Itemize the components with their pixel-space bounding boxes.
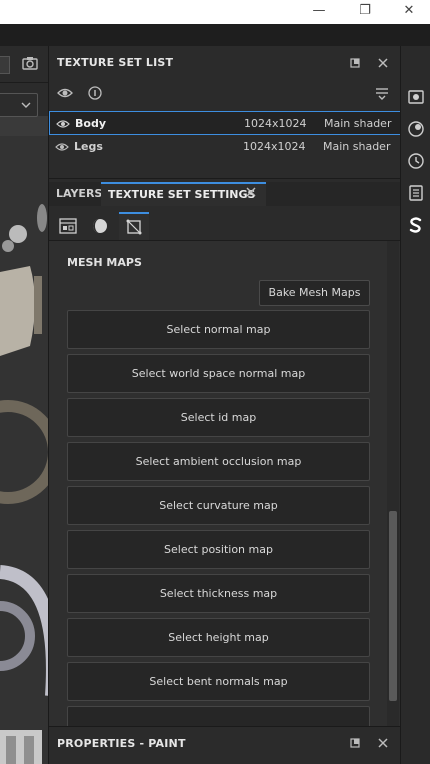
texture-set-list-title: TEXTURE SET LIST bbox=[57, 56, 174, 69]
chevron-down-icon bbox=[21, 102, 31, 108]
layers-settings-tabbar: LAYERS TEXTURE SET SETTINGS bbox=[49, 182, 401, 206]
texture-set-shader[interactable]: Main shader bbox=[323, 140, 390, 153]
select-curvature-map-button[interactable]: Select curvature map bbox=[67, 486, 370, 525]
solo-icon[interactable] bbox=[87, 85, 103, 101]
close-icon[interactable] bbox=[375, 735, 391, 751]
select-ambient-occlusion-map-button[interactable]: Select ambient occlusion map bbox=[67, 442, 370, 481]
viewport-3d[interactable] bbox=[0, 46, 48, 764]
map-button-partial[interactable] bbox=[67, 706, 370, 726]
close-icon[interactable] bbox=[245, 186, 257, 198]
select-normal-map-button[interactable]: Select normal map bbox=[67, 310, 370, 349]
tab-texture-set-settings-label: TEXTURE SET SETTINGS bbox=[108, 188, 256, 201]
subtab-material[interactable] bbox=[85, 212, 115, 240]
mesh-maps-icon bbox=[126, 219, 142, 235]
texture-set-name: Legs bbox=[74, 140, 103, 153]
window-titlebar: — ❐ ✕ bbox=[0, 0, 430, 24]
bake-mesh-maps-button[interactable]: Bake Mesh Maps bbox=[259, 280, 370, 306]
select-position-map-button[interactable]: Select position map bbox=[67, 530, 370, 569]
texture-set-resolution: 1024x1024 bbox=[243, 140, 306, 153]
history-icon[interactable] bbox=[407, 152, 425, 170]
minimize-button[interactable]: — bbox=[296, 0, 342, 24]
viewport-toolbar bbox=[0, 46, 48, 117]
sphere-icon bbox=[93, 219, 107, 233]
shader-settings-icon[interactable] bbox=[407, 120, 425, 138]
subtab-channels[interactable] bbox=[53, 212, 83, 240]
select-height-map-button[interactable]: Select height map bbox=[67, 618, 370, 657]
channels-icon bbox=[59, 218, 77, 234]
settings-subtabs bbox=[49, 212, 401, 240]
display-settings-icon[interactable] bbox=[407, 88, 425, 106]
viewport-toolbar-separator bbox=[0, 82, 48, 83]
log-icon[interactable] bbox=[407, 184, 425, 202]
viewport-mesh-render bbox=[0, 136, 48, 764]
texture-set-row[interactable]: Legs 1024x1024 Main shader bbox=[49, 135, 401, 159]
texture-set-list-header: TEXTURE SET LIST bbox=[49, 46, 401, 80]
eye-icon[interactable] bbox=[56, 118, 70, 130]
select-world-space-normal-map-button[interactable]: Select world space normal map bbox=[67, 354, 370, 393]
texture-set-name: Body bbox=[75, 117, 106, 130]
subtab-mesh-maps[interactable] bbox=[119, 212, 149, 240]
restore-button[interactable]: ❐ bbox=[342, 0, 388, 24]
close-icon[interactable] bbox=[375, 55, 391, 71]
substance-share-icon[interactable] bbox=[407, 216, 425, 234]
texture-set-row[interactable]: Body 1024x1024 Main shader bbox=[49, 111, 401, 135]
viewport-mode-select[interactable] bbox=[0, 93, 38, 117]
right-icon-strip bbox=[400, 46, 430, 764]
viewport-dropdown-arrow[interactable] bbox=[0, 56, 10, 74]
float-panel-icon[interactable] bbox=[347, 735, 363, 751]
texture-set-shader[interactable]: Main shader bbox=[324, 117, 391, 130]
select-id-map-button[interactable]: Select id map bbox=[67, 398, 370, 437]
panel-divider bbox=[49, 178, 401, 179]
select-thickness-map-button[interactable]: Select thickness map bbox=[67, 574, 370, 613]
visibility-toggle-icon[interactable] bbox=[57, 86, 73, 100]
right-dock-panel: TEXTURE SET LIST Body 1024x1024 Main sha… bbox=[48, 46, 401, 764]
tab-texture-set-settings[interactable]: TEXTURE SET SETTINGS bbox=[101, 182, 266, 206]
properties-title: PROPERTIES - PAINT bbox=[57, 737, 186, 750]
section-title-mesh-maps: MESH MAPS bbox=[67, 256, 142, 269]
texture-set-resolution: 1024x1024 bbox=[244, 117, 307, 130]
mesh-maps-content: MESH MAPS Bake Mesh Maps Select normal m… bbox=[49, 240, 401, 726]
properties-header: PROPERTIES - PAINT bbox=[49, 726, 401, 764]
texture-set-list-toolbar bbox=[49, 80, 401, 110]
scrollbar-thumb[interactable] bbox=[389, 511, 397, 701]
eye-icon[interactable] bbox=[55, 141, 69, 153]
close-window-button[interactable]: ✕ bbox=[386, 0, 430, 24]
menu-list-icon[interactable] bbox=[374, 86, 390, 100]
float-panel-icon[interactable] bbox=[347, 55, 363, 71]
camera-icon[interactable] bbox=[22, 56, 38, 70]
select-bent-normals-map-button[interactable]: Select bent normals map bbox=[67, 662, 370, 701]
